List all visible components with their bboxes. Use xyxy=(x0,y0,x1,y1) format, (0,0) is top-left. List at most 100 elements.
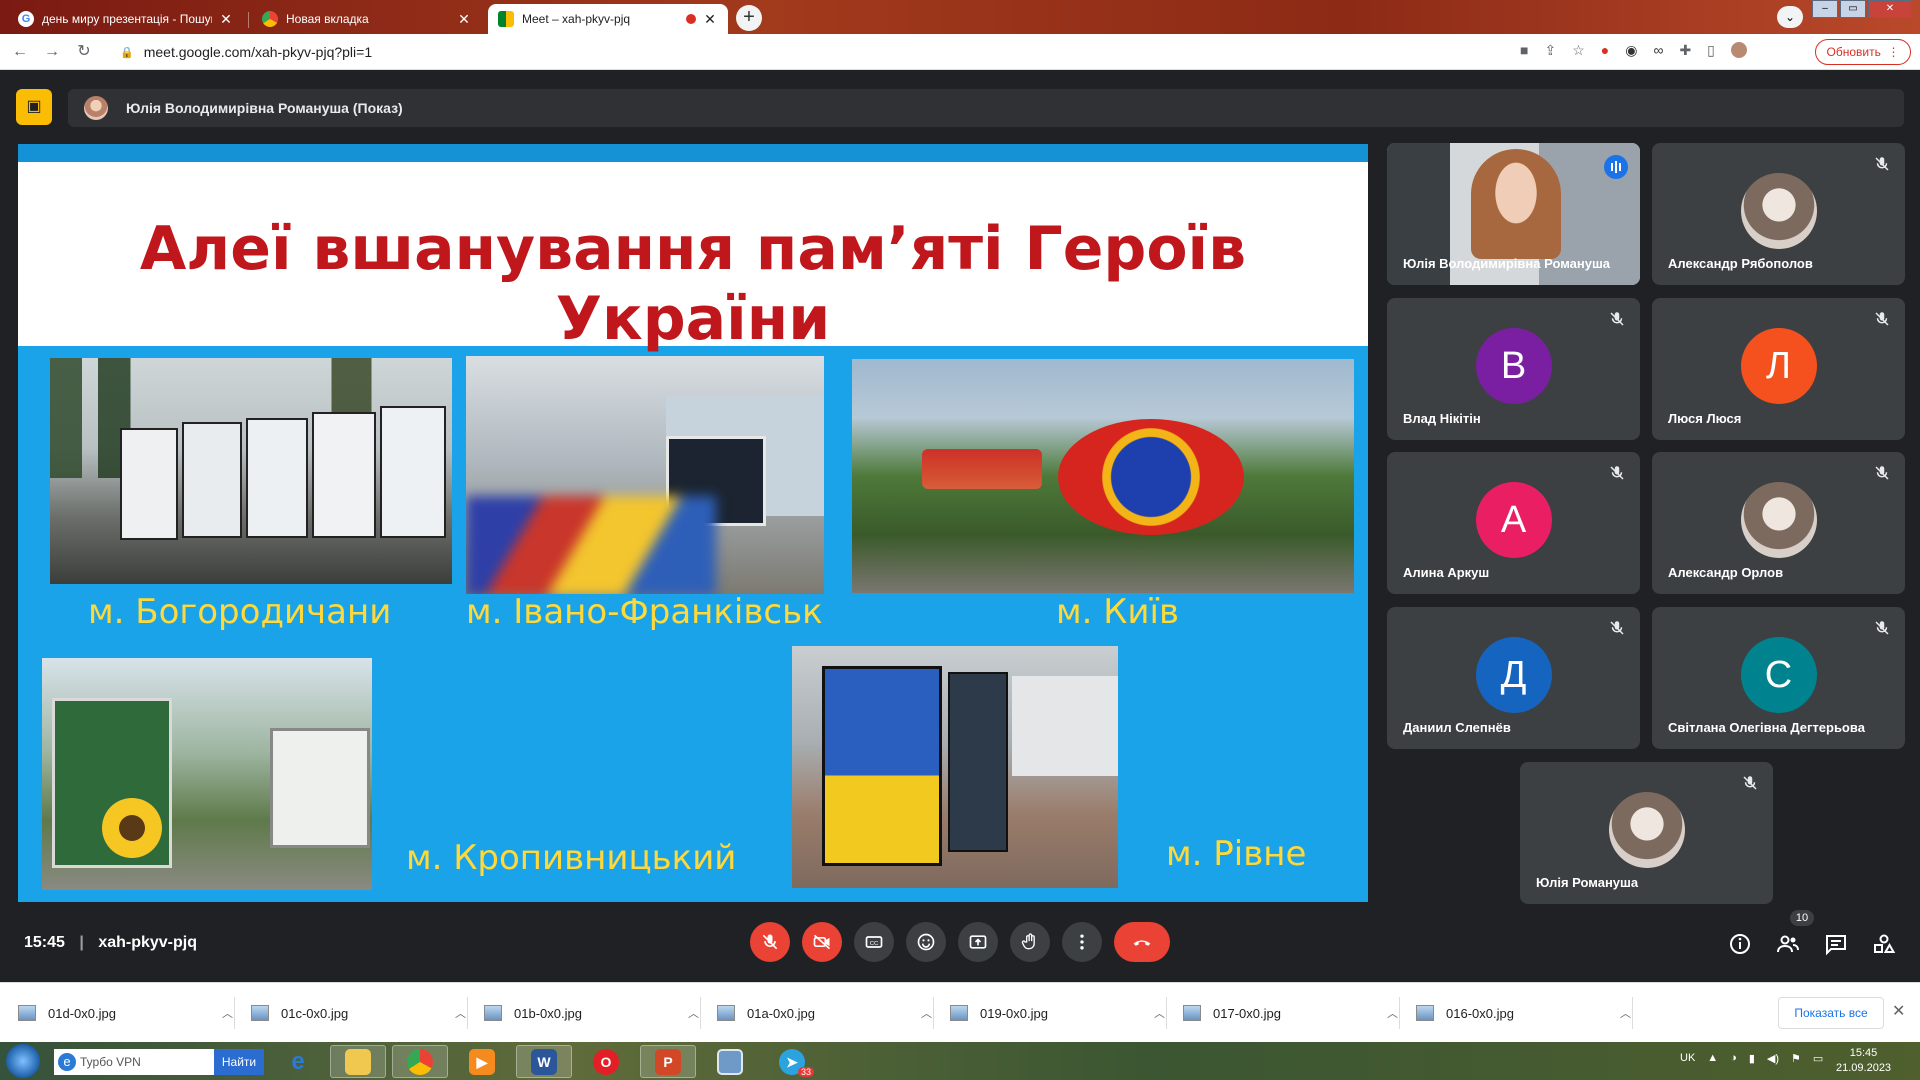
camera-icon[interactable]: ■ xyxy=(1520,42,1528,59)
forward-icon[interactable]: → xyxy=(42,42,62,62)
volume-icon[interactable]: ◀) xyxy=(1767,1052,1779,1065)
chat-button[interactable] xyxy=(1824,932,1848,956)
back-icon[interactable]: ← xyxy=(10,42,30,62)
download-item[interactable]: 01a-0x0.jpg ︿ xyxy=(717,1001,937,1025)
extension-w-icon[interactable]: ◉ xyxy=(1625,42,1637,59)
close-icon[interactable]: ✕ xyxy=(702,11,718,28)
raise-hand-button[interactable] xyxy=(1010,922,1050,962)
vpn-search-input[interactable]: e Турбо VPN xyxy=(54,1049,214,1075)
find-button[interactable]: Найти xyxy=(214,1049,264,1075)
participant-tile[interactable]: Александр Орлов xyxy=(1652,452,1905,594)
taskbar-app-telegram[interactable]: ➤ 33 xyxy=(764,1045,820,1078)
participant-name: Юлія Романуша xyxy=(1536,875,1639,890)
download-divider xyxy=(234,997,235,1029)
activities-button[interactable] xyxy=(1872,932,1896,956)
tab-meet[interactable]: Meet – xah-pkyv-pjq ✕ xyxy=(488,4,728,34)
participant-tile[interactable]: Юлія Володимирівна Романуша xyxy=(1387,143,1640,285)
new-tab-button[interactable]: + xyxy=(736,5,762,31)
taskbar-app-chrome[interactable] xyxy=(392,1045,448,1078)
taskbar-app-powerpoint[interactable]: P xyxy=(640,1045,696,1078)
avatar: Д xyxy=(1475,637,1552,713)
clock-date: 21.09.2023 xyxy=(1836,1062,1892,1074)
meeting-details-button[interactable] xyxy=(1728,932,1752,956)
participant-tile[interactable]: Юлія Романуша xyxy=(1520,762,1773,904)
network-status-icon[interactable]: ◑ xyxy=(1730,1052,1737,1065)
hand-icon xyxy=(1021,933,1035,950)
taskbar-app-media[interactable]: ▶ xyxy=(454,1045,510,1078)
telegram-badge: 33 xyxy=(797,1067,814,1077)
taskbar-app-word[interactable]: W xyxy=(516,1045,572,1078)
download-item[interactable]: 017-0x0.jpg ︿ xyxy=(1183,1001,1403,1025)
chevron-up-icon[interactable]: ︿ xyxy=(1387,1005,1403,1021)
download-file-name: 01b-0x0.jpg xyxy=(514,1005,582,1021)
taskbar-app-explorer[interactable] xyxy=(330,1045,386,1078)
svg-text:CC: CC xyxy=(870,941,878,947)
system-clock[interactable]: 15:45 21.09.2023 xyxy=(1836,1046,1891,1076)
participant-tile[interactable]: С Світлана Олегівна Дегтерьова xyxy=(1652,607,1905,749)
microphone-off-button[interactable] xyxy=(750,922,790,962)
camera-off-button[interactable] xyxy=(802,922,842,962)
language-indicator[interactable]: UK xyxy=(1680,1052,1695,1065)
reactions-button[interactable] xyxy=(906,922,946,962)
download-item[interactable]: 01d-0x0.jpg ︿ xyxy=(18,1001,238,1025)
participant-tile[interactable]: Александр Рябополов xyxy=(1652,143,1905,285)
window-close-icon[interactable]: ✕ xyxy=(1868,0,1912,18)
tab-search[interactable]: G день миру презентація - Пошук ✕ xyxy=(8,4,244,34)
opera-icon[interactable]: ● xyxy=(1601,42,1609,59)
bookmark-star-icon[interactable]: ☆ xyxy=(1572,42,1585,59)
tab-search-chevron-icon[interactable]: ⌄ xyxy=(1777,6,1803,28)
avatar: Л xyxy=(1740,328,1817,404)
chevron-up-icon[interactable]: ︿ xyxy=(1154,1005,1170,1021)
present-now-button[interactable] xyxy=(958,922,998,962)
chevron-up-icon[interactable]: ︿ xyxy=(688,1005,704,1021)
extensions-puzzle-icon[interactable]: ✚ xyxy=(1679,42,1691,59)
participant-tile[interactable]: А Алина Аркуш xyxy=(1387,452,1640,594)
update-label: Обновить xyxy=(1826,45,1881,59)
download-item[interactable]: 01c-0x0.jpg ︿ xyxy=(251,1001,471,1025)
flag-icon[interactable]: ⚑ xyxy=(1791,1052,1801,1065)
download-item[interactable]: 01b-0x0.jpg ︿ xyxy=(484,1001,704,1025)
meeting-info: 15:45 | xah-pkyv-pjq xyxy=(24,934,197,951)
sidepanel-icon[interactable]: ▯ xyxy=(1707,42,1715,59)
leave-call-button[interactable] xyxy=(1114,922,1170,962)
stop-presenting-icon[interactable]: ▣ xyxy=(16,89,52,125)
captions-button[interactable]: CC xyxy=(854,922,894,962)
extension-glasses-icon[interactable]: ∞ xyxy=(1653,42,1663,59)
download-item[interactable]: 019-0x0.jpg ︿ xyxy=(950,1001,1170,1025)
tray-expand-icon[interactable]: ▲ xyxy=(1707,1052,1718,1065)
show-all-downloads-button[interactable]: Показать все xyxy=(1778,997,1884,1029)
download-divider xyxy=(1166,997,1167,1029)
reload-icon[interactable]: ↻ xyxy=(74,42,94,62)
chevron-up-icon[interactable]: ︿ xyxy=(222,1005,238,1021)
participant-tile[interactable]: Л Люся Люся xyxy=(1652,298,1905,440)
close-icon[interactable]: ✕ xyxy=(1892,1001,1905,1021)
close-icon[interactable]: ✕ xyxy=(218,11,234,28)
share-icon[interactable]: ⇪ xyxy=(1544,42,1556,59)
chevron-up-icon[interactable]: ︿ xyxy=(921,1005,937,1021)
taskbar-app-ie[interactable]: e xyxy=(270,1045,326,1078)
download-file-name: 017-0x0.jpg xyxy=(1213,1005,1281,1021)
participant-tile[interactable]: Д Даниил Слепнёв xyxy=(1387,607,1640,749)
tab-new[interactable]: Новая вкладка ✕ xyxy=(252,4,482,34)
download-divider xyxy=(1632,997,1633,1029)
start-button[interactable] xyxy=(6,1044,40,1078)
more-options-button[interactable] xyxy=(1062,922,1102,962)
chevron-up-icon[interactable]: ︿ xyxy=(1620,1005,1636,1021)
presenter-bar: Юлія Володимирівна Романуша (Показ) xyxy=(68,89,1904,127)
download-item[interactable]: 016-0x0.jpg ︿ xyxy=(1416,1001,1636,1025)
people-button[interactable] xyxy=(1776,932,1800,956)
maximize-icon[interactable]: ▭ xyxy=(1840,0,1866,18)
minimize-icon[interactable]: – xyxy=(1812,0,1838,18)
chevron-up-icon[interactable]: ︿ xyxy=(455,1005,471,1021)
recording-icon xyxy=(686,14,696,24)
participant-tile[interactable]: В Влад Нікітін xyxy=(1387,298,1640,440)
meeting-code: xah-pkyv-pjq xyxy=(98,934,197,951)
battery-icon[interactable]: ▮ xyxy=(1749,1052,1755,1065)
opera-icon: O xyxy=(593,1048,619,1075)
taskbar-app-opera[interactable]: O xyxy=(578,1045,634,1078)
profile-avatar[interactable] xyxy=(1730,42,1747,58)
monitor-icon[interactable]: ▭ xyxy=(1813,1052,1823,1065)
close-icon[interactable]: ✕ xyxy=(456,11,472,28)
update-button[interactable]: Обновить ⋮ xyxy=(1815,39,1911,65)
taskbar-app-window[interactable] xyxy=(702,1045,758,1078)
